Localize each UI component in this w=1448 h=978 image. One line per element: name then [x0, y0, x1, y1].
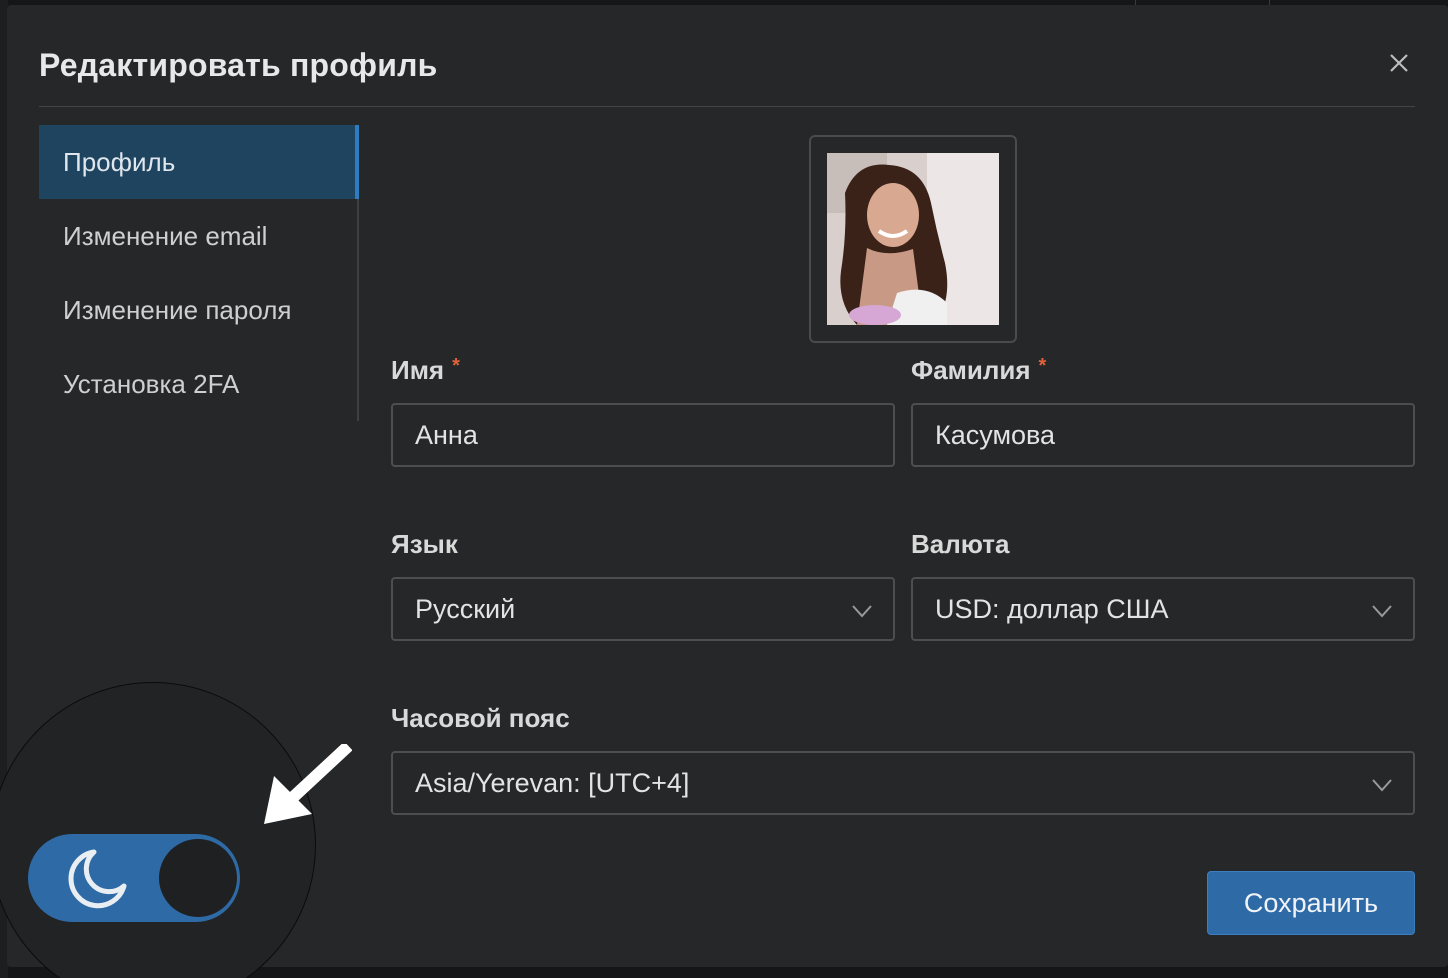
first-name-label: Имя * — [391, 355, 460, 386]
save-button[interactable]: Сохранить — [1207, 871, 1415, 935]
last-name-label: Фамилия * — [911, 355, 1046, 386]
sidenav-item-profile[interactable]: Профиль — [39, 125, 359, 199]
sidenav-item-label: Изменение email — [63, 220, 268, 251]
chevron-down-icon — [852, 605, 872, 618]
chevron-down-icon — [1372, 779, 1392, 792]
moon-icon — [68, 849, 127, 909]
modal-title: Редактировать профиль — [39, 47, 438, 83]
required-mark: * — [1038, 355, 1047, 377]
sidenav-item-change-password[interactable]: Изменение пароля — [39, 273, 357, 347]
required-mark: * — [452, 355, 460, 377]
sidenav-item-label: Профиль — [63, 146, 176, 177]
currency-label: Валюта — [911, 529, 1010, 559]
language-label: Язык — [391, 529, 458, 559]
currency-value: USD: доллар США — [935, 593, 1169, 624]
pointer-arrow-icon — [264, 744, 352, 824]
header-divider — [39, 106, 1415, 107]
profile-sidenav: Профиль Изменение email Изменение пароля… — [39, 125, 359, 421]
language-select[interactable]: Русский — [391, 577, 895, 641]
timezone-select[interactable]: Asia/Yerevan: [UTC+4] — [391, 751, 1415, 815]
language-value: Русский — [415, 593, 516, 624]
sidenav-item-label: Изменение пароля — [63, 294, 292, 325]
sidenav-item-change-email[interactable]: Изменение email — [39, 199, 357, 273]
currency-select[interactable]: USD: доллар США — [911, 577, 1415, 641]
theme-toggle[interactable] — [28, 834, 240, 922]
avatar-photo — [827, 153, 999, 325]
first-name-field[interactable]: Анна — [391, 403, 895, 467]
first-name-value: Анна — [415, 419, 478, 450]
timezone-value: Asia/Yerevan: [UTC+4] — [415, 767, 690, 798]
sidenav-item-setup-2fa[interactable]: Установка 2FA — [39, 347, 357, 421]
avatar-upload[interactable] — [809, 135, 1017, 343]
last-name-label-text: Фамилия — [911, 355, 1031, 385]
last-name-field[interactable]: Касумова — [911, 403, 1415, 467]
timezone-label: Часовой пояс — [391, 703, 570, 733]
close-icon — [1390, 54, 1408, 72]
toggle-knob — [159, 839, 237, 917]
close-button[interactable] — [1385, 49, 1413, 77]
last-name-value: Касумова — [935, 419, 1056, 450]
avatar — [827, 153, 999, 325]
sidenav-item-label: Установка 2FA — [63, 368, 240, 399]
chevron-down-icon — [1372, 605, 1392, 618]
first-name-label-text: Имя — [391, 355, 445, 385]
